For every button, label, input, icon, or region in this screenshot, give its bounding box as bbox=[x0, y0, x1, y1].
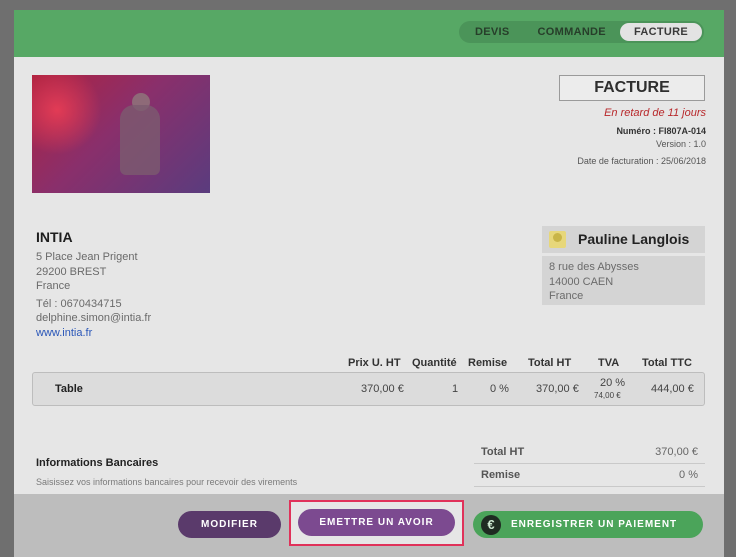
company-name: INTIA bbox=[36, 229, 73, 245]
header-tva: TVA bbox=[598, 357, 620, 369]
top-bar: DEVIS COMMANDE FACTURE bbox=[14, 10, 724, 57]
emettre-avoir-button[interactable]: EMETTRE UN AVOIR bbox=[298, 509, 455, 536]
bank-info-subtitle: Saisissez vos informations bancaires pou… bbox=[36, 477, 298, 487]
row-tva-amount: 74,00 € bbox=[594, 391, 621, 400]
company-phone: Tél : 0670434715 bbox=[36, 297, 122, 310]
tab-facture[interactable]: FACTURE bbox=[619, 23, 702, 41]
invoice-page: DEVIS COMMANDE FACTURE FACTURE En retard… bbox=[14, 10, 724, 557]
header-prix: Prix U. HT bbox=[348, 357, 401, 369]
client-address-line: France bbox=[549, 290, 584, 302]
document-title: FACTURE bbox=[559, 75, 705, 101]
euro-icon: € bbox=[481, 515, 501, 535]
document-type-tabs: DEVIS COMMANDE FACTURE bbox=[459, 21, 704, 43]
late-status: En retard de 11 jours bbox=[604, 107, 706, 119]
client-address-line: 14000 CAEN bbox=[549, 275, 614, 288]
client-address-line: 8 rue des Abysses bbox=[549, 261, 639, 273]
header-remise: Remise bbox=[468, 357, 508, 369]
table-row[interactable]: Table 370,00 € 1 0 % 370,00 € 20 % 74,00… bbox=[32, 372, 705, 406]
total-ht-row: Total HT 370,00 € bbox=[474, 441, 705, 464]
row-quantite: 1 bbox=[452, 383, 459, 395]
bank-info-title: Informations Bancaires bbox=[36, 457, 159, 469]
company-address-line: 29200 BREST bbox=[36, 265, 107, 278]
row-total-ht: 370,00 € bbox=[536, 383, 579, 395]
row-total-ttc: 444,00 € bbox=[651, 383, 694, 395]
invoice-number: Numéro : FI807A-014 bbox=[616, 126, 706, 136]
company-email: delphine.simon@intia.fr bbox=[36, 312, 152, 324]
client-header[interactable]: Pauline Langlois bbox=[542, 226, 705, 253]
remise-row: Remise 0 % bbox=[474, 464, 705, 487]
invoice-number-label: Numéro : bbox=[616, 126, 656, 136]
total-ht-label: Total HT bbox=[481, 446, 525, 458]
user-icon bbox=[549, 231, 566, 248]
client-name: Pauline Langlois bbox=[578, 231, 690, 247]
modifier-button[interactable]: MODIFIER bbox=[178, 511, 281, 538]
remise-value: 0 % bbox=[679, 469, 698, 481]
header-quantite: Quantité bbox=[412, 357, 457, 369]
remise-label: Remise bbox=[481, 469, 521, 481]
invoice-date: Date de facturation : 25/06/2018 bbox=[577, 156, 706, 166]
company-address-line: 5 Place Jean Prigent bbox=[36, 251, 138, 263]
tab-commande[interactable]: COMMANDE bbox=[524, 23, 620, 41]
invoice-version: Version : 1.0 bbox=[655, 139, 706, 149]
row-designation: Table bbox=[55, 383, 83, 395]
tab-devis[interactable]: DEVIS bbox=[461, 23, 524, 41]
company-website-link[interactable]: www.intia.fr bbox=[36, 326, 151, 341]
header-total-ht: Total HT bbox=[528, 357, 572, 369]
enregistrer-paiement-label: ENREGISTRER UN PAIEMENT bbox=[511, 519, 678, 530]
client-address: 8 rue des Abysses 14000 CAEN France bbox=[542, 256, 705, 305]
company-address: 5 Place Jean Prigent 29200 BREST France … bbox=[36, 250, 151, 340]
row-tva-rate: 20 % bbox=[600, 377, 626, 389]
company-image bbox=[32, 75, 210, 193]
row-remise: 0 % bbox=[490, 383, 509, 395]
company-address-line: France bbox=[36, 280, 71, 292]
invoice-number-value: FI807A-014 bbox=[658, 126, 706, 136]
header-total-ttc: Total TTC bbox=[642, 357, 692, 369]
enregistrer-paiement-button[interactable]: € ENREGISTRER UN PAIEMENT bbox=[473, 511, 703, 538]
total-ht-value: 370,00 € bbox=[655, 446, 698, 458]
row-prix: 370,00 € bbox=[361, 383, 404, 395]
